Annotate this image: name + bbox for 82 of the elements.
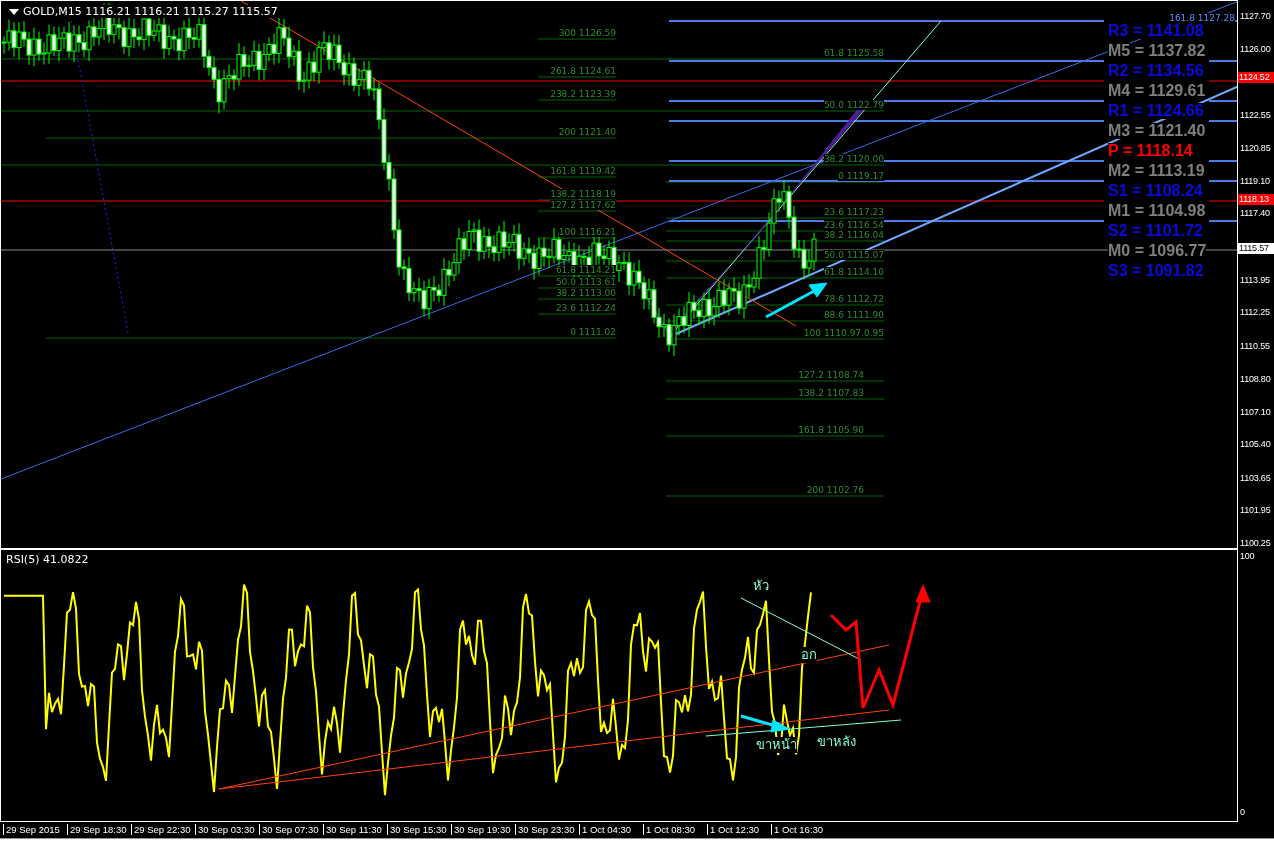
- time-tick: 30 Sep 11:30: [323, 824, 382, 835]
- price-tick: 1105.40: [1240, 439, 1271, 450]
- time-tick: 30 Sep 23:30: [515, 824, 575, 835]
- time-tick: 1 Oct 04:30: [579, 824, 632, 835]
- price-tick: 1127.70: [1240, 11, 1271, 22]
- fib-level-label: 38.2 1113.00: [555, 288, 616, 298]
- fib-level-label: 78.6 1112.72: [823, 294, 884, 304]
- fib-level-label: 238.2 1123.39: [550, 89, 616, 99]
- pivot-level-label: M4 = 1129.61: [1108, 83, 1206, 99]
- fib-level-label: 161.8 1127.28: [1169, 13, 1235, 23]
- fib-level-label: 161.8 1105.90: [798, 425, 864, 435]
- fib-level-label: 127.2 1117.62: [550, 200, 616, 210]
- price-tick: 1108.80: [1240, 374, 1271, 385]
- price-tick: 1126.00: [1240, 44, 1271, 55]
- fib-level-label: 61.8 1114.10: [823, 267, 884, 277]
- pivot-level-label: M2 = 1113.19: [1108, 163, 1205, 179]
- fib-level-label: 23.6 1116.54: [823, 220, 884, 230]
- price-tag: 1118.13: [1238, 194, 1274, 205]
- fib-level-label: 61.8 1114.21: [555, 265, 616, 275]
- fib-level-label: 300 1126.59: [558, 28, 616, 38]
- dropdown-icon[interactable]: [9, 8, 19, 15]
- fib-level-label: 23.6 1112.24: [555, 303, 616, 313]
- time-tick: 30 Sep 15:30: [387, 824, 447, 835]
- indicator-title: RSI(5) 41.0822: [6, 553, 89, 566]
- fib-level-label: 138.2 1118.19: [550, 189, 616, 199]
- pivot-level-label: R3 = 1141.08: [1108, 23, 1204, 39]
- pivot-level-label: M1 = 1104.98: [1108, 203, 1206, 219]
- price-tick: 1117.40: [1240, 208, 1270, 219]
- price-tick: 1112.25: [1240, 307, 1270, 318]
- price-tag: 1115.57: [1238, 243, 1274, 254]
- fib-level-label: 100 1116.21: [558, 227, 616, 237]
- fib-level-label: 200 1102.76: [806, 485, 864, 495]
- fib-level-label: 88.6 1111.90: [823, 310, 884, 320]
- fib-level-label: 200 1121.40: [558, 127, 616, 137]
- price-tick: 1110.55: [1240, 341, 1270, 352]
- time-tick: 29 Sep 18:30: [67, 824, 127, 835]
- fib-level-label: 50.0 1122.79: [823, 100, 884, 110]
- time-tick: 30 Sep 07:30: [259, 824, 319, 835]
- fib-level-label: 161.8 1119.42: [550, 166, 616, 176]
- fib-level-label: 23.6 1117.23: [823, 207, 884, 217]
- fib-level-label: 38.2 1120.00: [823, 154, 884, 164]
- pivot-level-label: P = 1118.14: [1108, 143, 1193, 159]
- annotation-label: อก: [801, 647, 817, 663]
- pivot-level-label: M5 = 1137.82: [1108, 43, 1206, 59]
- price-tick: 1120.85: [1240, 143, 1271, 154]
- price-tick: 1122.55: [1240, 110, 1271, 121]
- fib-level-label: 50.0 1113.61: [555, 277, 616, 287]
- price-tick: 1107.10: [1240, 407, 1271, 418]
- price-tick: 1119.10: [1240, 176, 1270, 187]
- fib-level-label: 0 1119.17: [838, 171, 884, 181]
- annotation-label: ขาหน้า: [756, 737, 797, 753]
- fib-level-label: 138.2 1107.83: [798, 388, 864, 398]
- fib-level-label: 0 1111.02: [570, 327, 616, 337]
- time-tick: 30 Sep 03:30: [195, 824, 255, 835]
- pivot-level-label: M3 = 1121.40: [1108, 123, 1206, 139]
- time-tick: 30 Sep 19:30: [451, 824, 511, 835]
- price-tick: 1103.65: [1240, 473, 1271, 484]
- price-tag: 1124.52: [1238, 72, 1274, 83]
- time-tick: 29 Sep 2015: [3, 824, 60, 835]
- fib-level-label: 61.8 1125.58: [823, 48, 884, 58]
- price-tick: 1113.95: [1240, 275, 1270, 286]
- rsi-tick: 100: [1240, 551, 1255, 562]
- time-tick: 1 Oct 16:30: [771, 824, 824, 835]
- pivot-level-label: S2 = 1101.72: [1108, 223, 1203, 239]
- fib-level-label: 38.2 1116.04: [823, 230, 884, 240]
- pivot-level-label: R2 = 1134.56: [1108, 63, 1204, 79]
- pivot-level-label: R1 = 1124.66: [1108, 103, 1204, 119]
- price-tick: 1101.95: [1240, 505, 1271, 516]
- fib-level-label: 261.8 1124.61: [550, 66, 616, 76]
- fib-level-label: 127.2 1108.74: [798, 370, 864, 380]
- pivot-level-label: S1 = 1108.24: [1108, 183, 1203, 199]
- fib-level-label: 50.0 1115.07: [823, 250, 884, 260]
- chart-title: GOLD,M15 1116.21 1116.21 1115.27 1115.57: [9, 5, 278, 18]
- price-tick: 1100.25: [1240, 538, 1271, 549]
- pivot-level-label: M0 = 1096.77: [1108, 243, 1207, 259]
- fib-level-label: 100 1110.97.0.95: [803, 328, 884, 338]
- arrow-icon: [740, 714, 790, 733]
- time-tick: 1 Oct 08:30: [643, 824, 696, 835]
- time-tick: 29 Sep 22:30: [131, 824, 191, 835]
- time-tick: 1 Oct 12:30: [707, 824, 760, 835]
- pivot-level-label: S3 = 1091.82: [1108, 263, 1204, 279]
- rsi-tick: 0: [1240, 807, 1245, 818]
